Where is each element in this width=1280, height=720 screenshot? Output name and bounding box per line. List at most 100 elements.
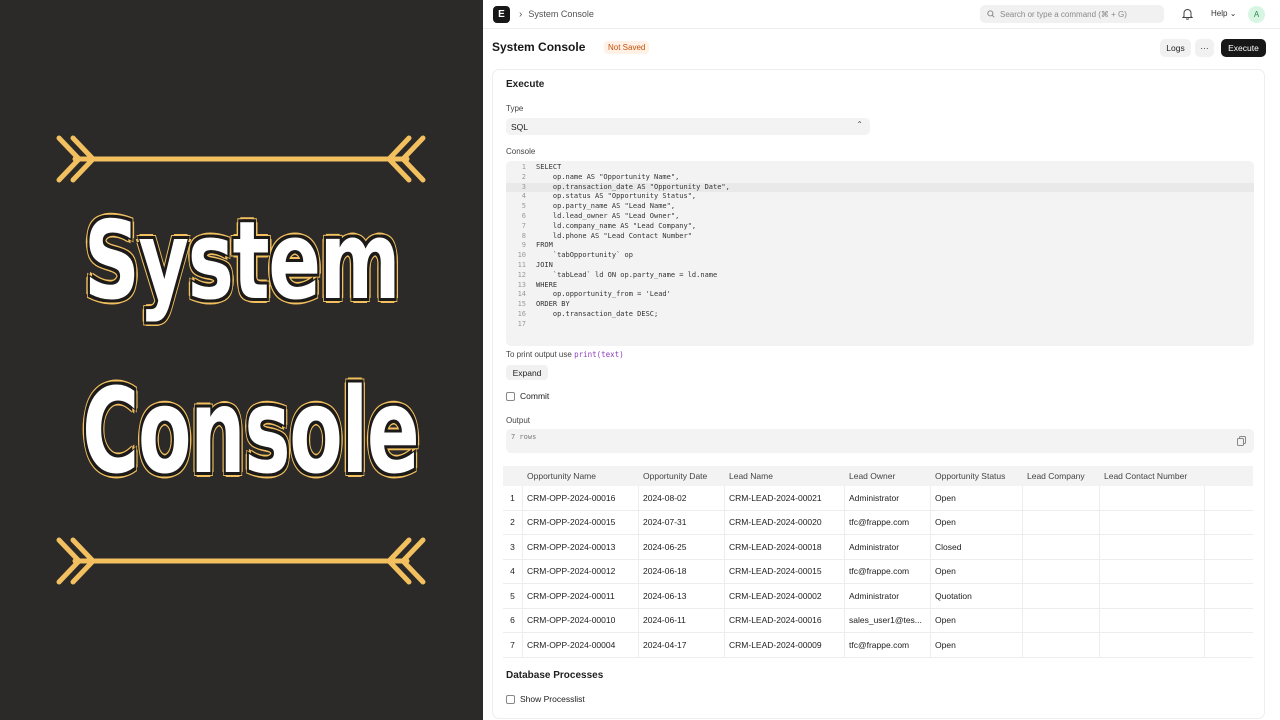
form-card: Execute Type SQL ⌃ Console 1 SELECT 2 op.n… <box>492 69 1265 719</box>
commit-checkbox[interactable]: Commit <box>506 391 549 401</box>
column-header[interactable]: Opportunity Date <box>639 466 725 486</box>
more-options-button[interactable]: ··· <box>1195 39 1214 57</box>
code-line: 7 ld.company_name AS "Lead Company", <box>506 222 1254 232</box>
search-input[interactable]: Search or type a command (⌘ + G) <box>980 5 1164 23</box>
code-text: JOIN <box>536 260 553 269</box>
code-text: ld.phone AS "Lead Contact Number" <box>536 231 692 240</box>
checkbox-box[interactable] <box>506 694 515 704</box>
table-cell: 2024-06-11 <box>639 608 725 632</box>
table-row[interactable]: 1 CRM-OPP-2024-00016 2024-08-02 CRM-LEAD-20… <box>503 486 1253 511</box>
table-cell: CRM-OPP-2024-00004 <box>523 633 639 657</box>
line-number: 8 <box>521 231 526 240</box>
line-number: 12 <box>517 270 526 279</box>
help-menu[interactable]: Help ⌄ <box>1211 9 1236 18</box>
table-cell: tfc@frappe.com <box>845 633 931 657</box>
column-header[interactable]: Lead Company <box>1023 466 1100 486</box>
code-text: `tabOpportunity` op <box>536 251 633 260</box>
code-line: 4 op.status AS "Opportunity Status", <box>506 192 1254 202</box>
hint-text: To print output use <box>506 350 572 359</box>
select-caret-icon: ⌃ <box>856 120 863 129</box>
table-row[interactable]: 4 CRM-OPP-2024-00012 2024-06-18 CRM-LEAD-20… <box>503 559 1253 584</box>
table-cell: Open <box>931 486 1023 510</box>
code-text: SELECT <box>536 163 562 171</box>
table-cell: Administrator <box>845 535 931 559</box>
table-header: Opportunity Name Opportunity Date Lead Nam… <box>503 466 1253 486</box>
table-row[interactable]: 2 CRM-OPP-2024-00015 2024-07-31 CRM-LEAD-20… <box>503 510 1253 535</box>
search-icon <box>987 10 995 18</box>
table-cell: CRM-OPP-2024-00012 <box>523 559 639 583</box>
column-header[interactable]: Opportunity Status <box>931 466 1023 486</box>
row-number: 6 <box>503 608 523 632</box>
code-text: WHERE <box>536 280 558 289</box>
app-logo[interactable]: E <box>493 5 510 23</box>
code-text: op.opportunity_from = 'Lead' <box>536 290 671 299</box>
code-line: 13 WHERE <box>506 281 1254 291</box>
table-cell: sales_user1@tes... <box>845 608 931 632</box>
code-editor[interactable]: 1 SELECT 2 op.name AS "Opportunity Name", 3… <box>506 161 1254 346</box>
page-header: System Console Not Saved Logs ··· Execut… <box>492 38 1267 58</box>
results-table: Opportunity Name Opportunity Date Lead Nam… <box>503 466 1253 658</box>
line-number: 2 <box>521 172 526 181</box>
line-number: 10 <box>517 251 526 260</box>
db-section-title: Database Processes <box>506 670 604 681</box>
table-cell <box>1100 510 1205 534</box>
code-line: 5 op.party_name AS "Lead Name", <box>506 202 1254 212</box>
code-line: 16 op.transaction_date DESC; <box>506 310 1254 320</box>
copy-icon[interactable] <box>1237 436 1246 446</box>
code-line: 15 ORDER BY <box>506 300 1254 310</box>
column-header[interactable]: Lead Name <box>725 466 845 486</box>
table-cell <box>1023 535 1100 559</box>
table-row[interactable]: 6 CRM-OPP-2024-00010 2024-06-11 CRM-LEAD-20… <box>503 608 1253 633</box>
title-banner: System Console <box>0 0 483 720</box>
code-text: ORDER BY <box>536 300 570 309</box>
type-select[interactable]: SQL ⌃ <box>506 118 870 135</box>
table-cell: Open <box>931 510 1023 534</box>
table-body: 1 CRM-OPP-2024-00016 2024-08-02 CRM-LEAD-20… <box>503 486 1253 658</box>
expand-button[interactable]: Expand <box>506 365 548 380</box>
arrow-decoration-top <box>56 135 426 183</box>
table-row[interactable]: 3 CRM-OPP-2024-00013 2024-06-25 CRM-LEAD-20… <box>503 535 1253 560</box>
execute-button[interactable]: Execute <box>1221 39 1266 57</box>
table-cell <box>1100 608 1205 632</box>
output-text: 7 rows <box>511 433 537 441</box>
avatar[interactable]: A <box>1248 6 1265 23</box>
row-number: 2 <box>503 510 523 534</box>
code-line: 6 ld.lead_owner AS "Lead Owner", <box>506 212 1254 222</box>
chevron-right-icon: › <box>519 8 523 20</box>
table-cell: tfc@frappe.com <box>845 559 931 583</box>
execute-section-title: Execute <box>506 79 545 90</box>
table-cell: 2024-06-18 <box>639 559 725 583</box>
print-hint: To print output use print(text) <box>506 350 624 359</box>
search-placeholder: Search or type a command (⌘ + G) <box>1000 9 1127 19</box>
code-line: 2 op.name AS "Opportunity Name", <box>506 173 1254 183</box>
code-text: ld.lead_owner AS "Lead Owner", <box>536 211 680 220</box>
breadcrumb[interactable]: System Console <box>528 9 594 19</box>
show-processlist-checkbox[interactable]: Show Processlist <box>506 694 585 704</box>
logs-button[interactable]: Logs <box>1160 39 1191 57</box>
table-row[interactable]: 7 CRM-OPP-2024-00004 2024-04-17 CRM-LEAD-20… <box>503 633 1253 658</box>
code-text: op.name AS "Opportunity Name", <box>536 172 680 181</box>
table-cell: CRM-OPP-2024-00011 <box>523 584 639 608</box>
output-label: Output <box>506 416 531 425</box>
table-cell: 2024-06-25 <box>639 535 725 559</box>
chevron-down-icon: ⌄ <box>1229 9 1237 18</box>
output-box: 7 rows <box>506 429 1254 453</box>
table-cell <box>1100 486 1205 510</box>
column-header[interactable]: Opportunity Name <box>523 466 639 486</box>
commit-label: Commit <box>520 391 550 401</box>
column-header[interactable]: Lead Owner <box>845 466 931 486</box>
table-cell <box>1100 584 1205 608</box>
row-number: 1 <box>503 486 523 510</box>
table-cell <box>1100 535 1205 559</box>
line-number: 1 <box>521 163 526 171</box>
checkbox-box[interactable] <box>506 391 515 401</box>
table-cell: Open <box>931 608 1023 632</box>
table-row[interactable]: 5 CRM-OPP-2024-00011 2024-06-13 CRM-LEAD-20… <box>503 584 1253 609</box>
code-text: `tabLead` ld ON op.party_name = ld.name <box>536 270 718 279</box>
table-cell: 2024-06-13 <box>639 584 725 608</box>
table-cell: CRM-OPP-2024-00016 <box>523 486 639 510</box>
table-cell: CRM-LEAD-2024-00009 <box>725 633 845 657</box>
table-cell: 2024-07-31 <box>639 510 725 534</box>
bell-icon[interactable] <box>1182 8 1193 20</box>
column-header[interactable]: Lead Contact Number <box>1100 466 1253 486</box>
